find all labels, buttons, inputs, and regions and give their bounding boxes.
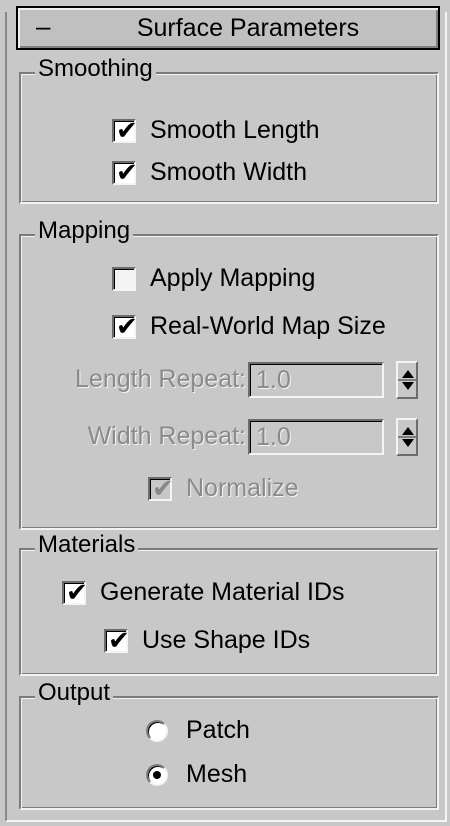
spinner-up-icon[interactable] <box>402 427 414 435</box>
width-repeat-label: Width Repeat: <box>87 422 246 450</box>
checkmark-icon: ✔ <box>116 310 138 341</box>
use-shape-ids-label: Use Shape IDs <box>142 626 311 654</box>
generate-material-ids-checkbox[interactable]: ✔ Generate Material IDs <box>62 577 345 607</box>
mesh-radio[interactable]: Mesh <box>146 760 247 789</box>
patch-label: Patch <box>186 716 250 744</box>
smooth-width-label: Smooth Width <box>150 158 308 186</box>
length-repeat-label: Length Repeat: <box>75 365 246 393</box>
materials-legend: Materials <box>35 530 139 560</box>
smooth-width-checkbox[interactable]: ✔ Smooth Width <box>112 157 308 187</box>
checkmark-icon: ✔ <box>66 576 88 607</box>
use-shape-ids-box[interactable]: ✔ <box>104 625 130 655</box>
apply-mapping-label: Apply Mapping <box>150 264 316 292</box>
apply-mapping-checkbox[interactable]: Apply Mapping <box>112 264 315 293</box>
generate-material-ids-box[interactable]: ✔ <box>62 577 88 607</box>
patch-radio[interactable]: Patch <box>146 716 250 745</box>
real-world-map-size-box[interactable]: ✔ <box>112 311 138 341</box>
checkmark-icon: ✔ <box>116 114 138 145</box>
smooth-width-box[interactable]: ✔ <box>112 157 138 187</box>
width-repeat-field[interactable]: 1.0 <box>248 419 384 455</box>
rollout-header[interactable]: – Surface Parameters <box>16 6 440 50</box>
generate-material-ids-label: Generate Material IDs <box>100 578 345 606</box>
spinner-divider <box>398 436 416 438</box>
smooth-length-label: Smooth Length <box>150 116 320 144</box>
normalize-label: Normalize <box>186 474 299 502</box>
spinner-down-icon[interactable] <box>402 382 414 390</box>
mesh-label: Mesh <box>186 760 248 788</box>
apply-mapping-box[interactable] <box>112 266 136 291</box>
rollout-title: Surface Parameters <box>136 14 360 42</box>
normalize-box[interactable]: ✔ <box>148 473 174 503</box>
smooth-length-checkbox[interactable]: ✔ Smooth Length <box>112 115 320 145</box>
patch-radio-button[interactable] <box>146 719 168 742</box>
width-repeat-spinner[interactable] <box>396 418 418 456</box>
smoothing-legend: Smoothing <box>35 54 156 84</box>
normalize-checkbox[interactable]: ✔ Normalize <box>148 473 299 503</box>
output-group: Output <box>19 678 439 810</box>
checkmark-icon: ✔ <box>116 156 138 187</box>
real-world-map-size-label: Real-World Map Size <box>150 312 386 340</box>
mesh-radio-button[interactable] <box>146 763 168 786</box>
radio-selected-dot <box>153 770 161 779</box>
length-repeat-field[interactable]: 1.0 <box>248 362 384 398</box>
smooth-length-box[interactable]: ✔ <box>112 115 138 145</box>
checkmark-icon: ✔ <box>108 624 130 655</box>
output-legend: Output <box>35 678 114 708</box>
mapping-legend: Mapping <box>35 216 134 246</box>
length-repeat-spinner[interactable] <box>396 361 418 399</box>
spinner-divider <box>398 379 416 381</box>
checkmark-icon: ✔ <box>152 472 174 503</box>
real-world-map-size-checkbox[interactable]: ✔ Real-World Map Size <box>112 311 386 341</box>
use-shape-ids-checkbox[interactable]: ✔ Use Shape IDs <box>104 625 311 655</box>
spinner-up-icon[interactable] <box>402 370 414 378</box>
materials-group: Materials <box>19 530 439 676</box>
spinner-down-icon[interactable] <box>402 439 414 447</box>
